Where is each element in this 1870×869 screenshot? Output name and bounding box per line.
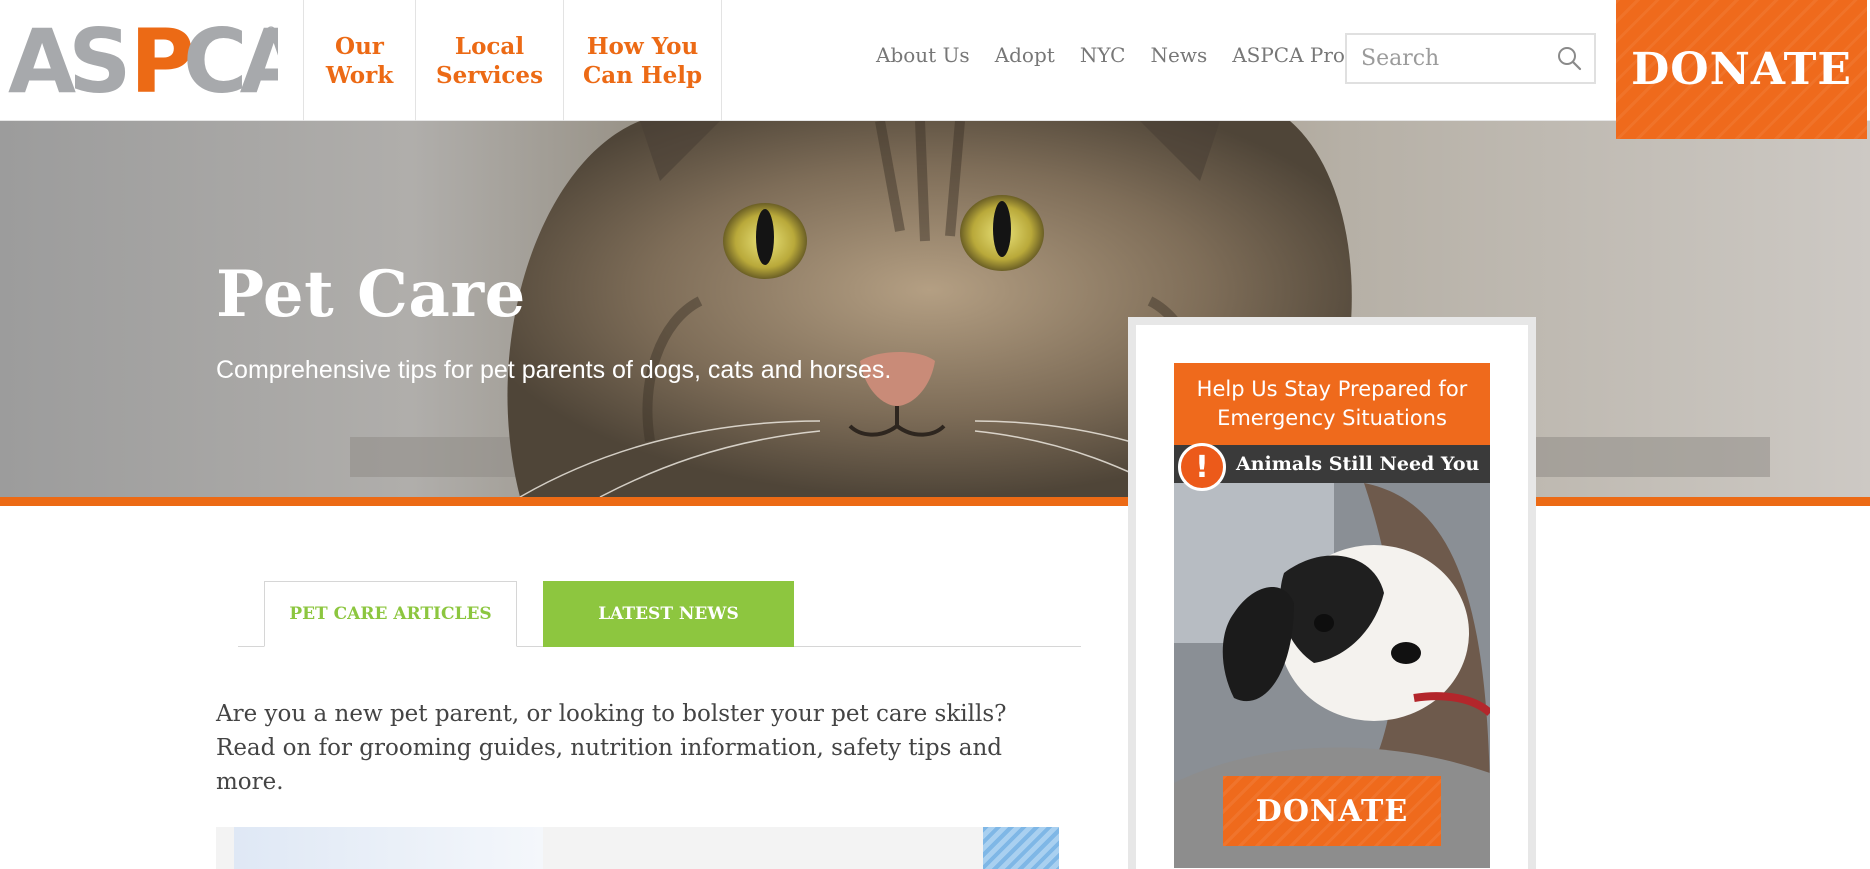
ad-headline-line2: Emergency Situations <box>1217 406 1447 430</box>
nav-how-you-can-help-line2: Can Help <box>582 61 703 89</box>
donate-button[interactable]: DONATE <box>1616 0 1867 139</box>
hero-banner: Pet Care Comprehensive tips for pet pare… <box>0 121 1870 497</box>
article-card-image[interactable] <box>234 827 543 869</box>
intro-text: Are you a new pet parent, or looking to … <box>216 701 1007 795</box>
svg-text:AS: AS <box>8 22 125 97</box>
util-link-news[interactable]: News <box>1150 43 1207 67</box>
article-card-image-2[interactable] <box>983 827 1059 869</box>
alert-icon: ! <box>1178 443 1226 491</box>
site-header: AS P CA Our Work Local Services How You … <box>0 0 1870 121</box>
tab-latest-news[interactable]: LATEST NEWS <box>543 581 794 647</box>
svg-text:CA: CA <box>183 22 278 97</box>
main-nav: Our Work Local Services How You Can Help <box>303 0 722 121</box>
nav-our-work[interactable]: Our Work <box>303 0 415 121</box>
nav-how-you-can-help[interactable]: How You Can Help <box>563 0 722 121</box>
nav-how-you-can-help-line1: How You <box>586 32 699 60</box>
ad-donate-button[interactable]: DONATE <box>1223 776 1441 846</box>
svg-text:P: P <box>130 22 191 97</box>
util-link-nyc[interactable]: NYC <box>1080 43 1126 67</box>
nav-local-services-line1: Local <box>454 32 525 60</box>
nav-local-services[interactable]: Local Services <box>415 0 563 121</box>
search-box <box>1345 33 1596 84</box>
hero-accent-bar <box>0 497 1870 506</box>
page-title: Pet Care <box>216 257 526 332</box>
search-icon[interactable] <box>1556 45 1582 71</box>
article-cards-row <box>216 827 1059 869</box>
util-link-aspca-pro[interactable]: ASPCA Pro <box>1232 43 1345 67</box>
page-subtitle: Comprehensive tips for pet parents of do… <box>216 356 892 384</box>
aspca-logo[interactable]: AS P CA <box>8 10 316 113</box>
nav-local-services-line2: Services <box>435 61 544 89</box>
tab-pet-care-articles[interactable]: PET CARE ARTICLES <box>264 581 517 647</box>
search-input[interactable] <box>1347 35 1547 82</box>
emergency-ad[interactable]: Help Us Stay Prepared for Emergency Situ… <box>1128 317 1536 869</box>
nav-our-work-line1: Our <box>335 32 384 60</box>
ad-headline-line1: Help Us Stay Prepared for <box>1196 377 1468 401</box>
util-link-about-us[interactable]: About Us <box>876 43 970 67</box>
nav-our-work-line2: Work <box>325 61 394 89</box>
ad-creative: Help Us Stay Prepared for Emergency Situ… <box>1174 363 1490 868</box>
util-link-adopt[interactable]: Adopt <box>995 43 1055 67</box>
utility-nav: About Us Adopt NYC News ASPCA Pro <box>876 43 1370 67</box>
aspca-logo-mark: AS P CA <box>8 10 316 113</box>
ad-headline: Help Us Stay Prepared for Emergency Situ… <box>1174 363 1490 445</box>
